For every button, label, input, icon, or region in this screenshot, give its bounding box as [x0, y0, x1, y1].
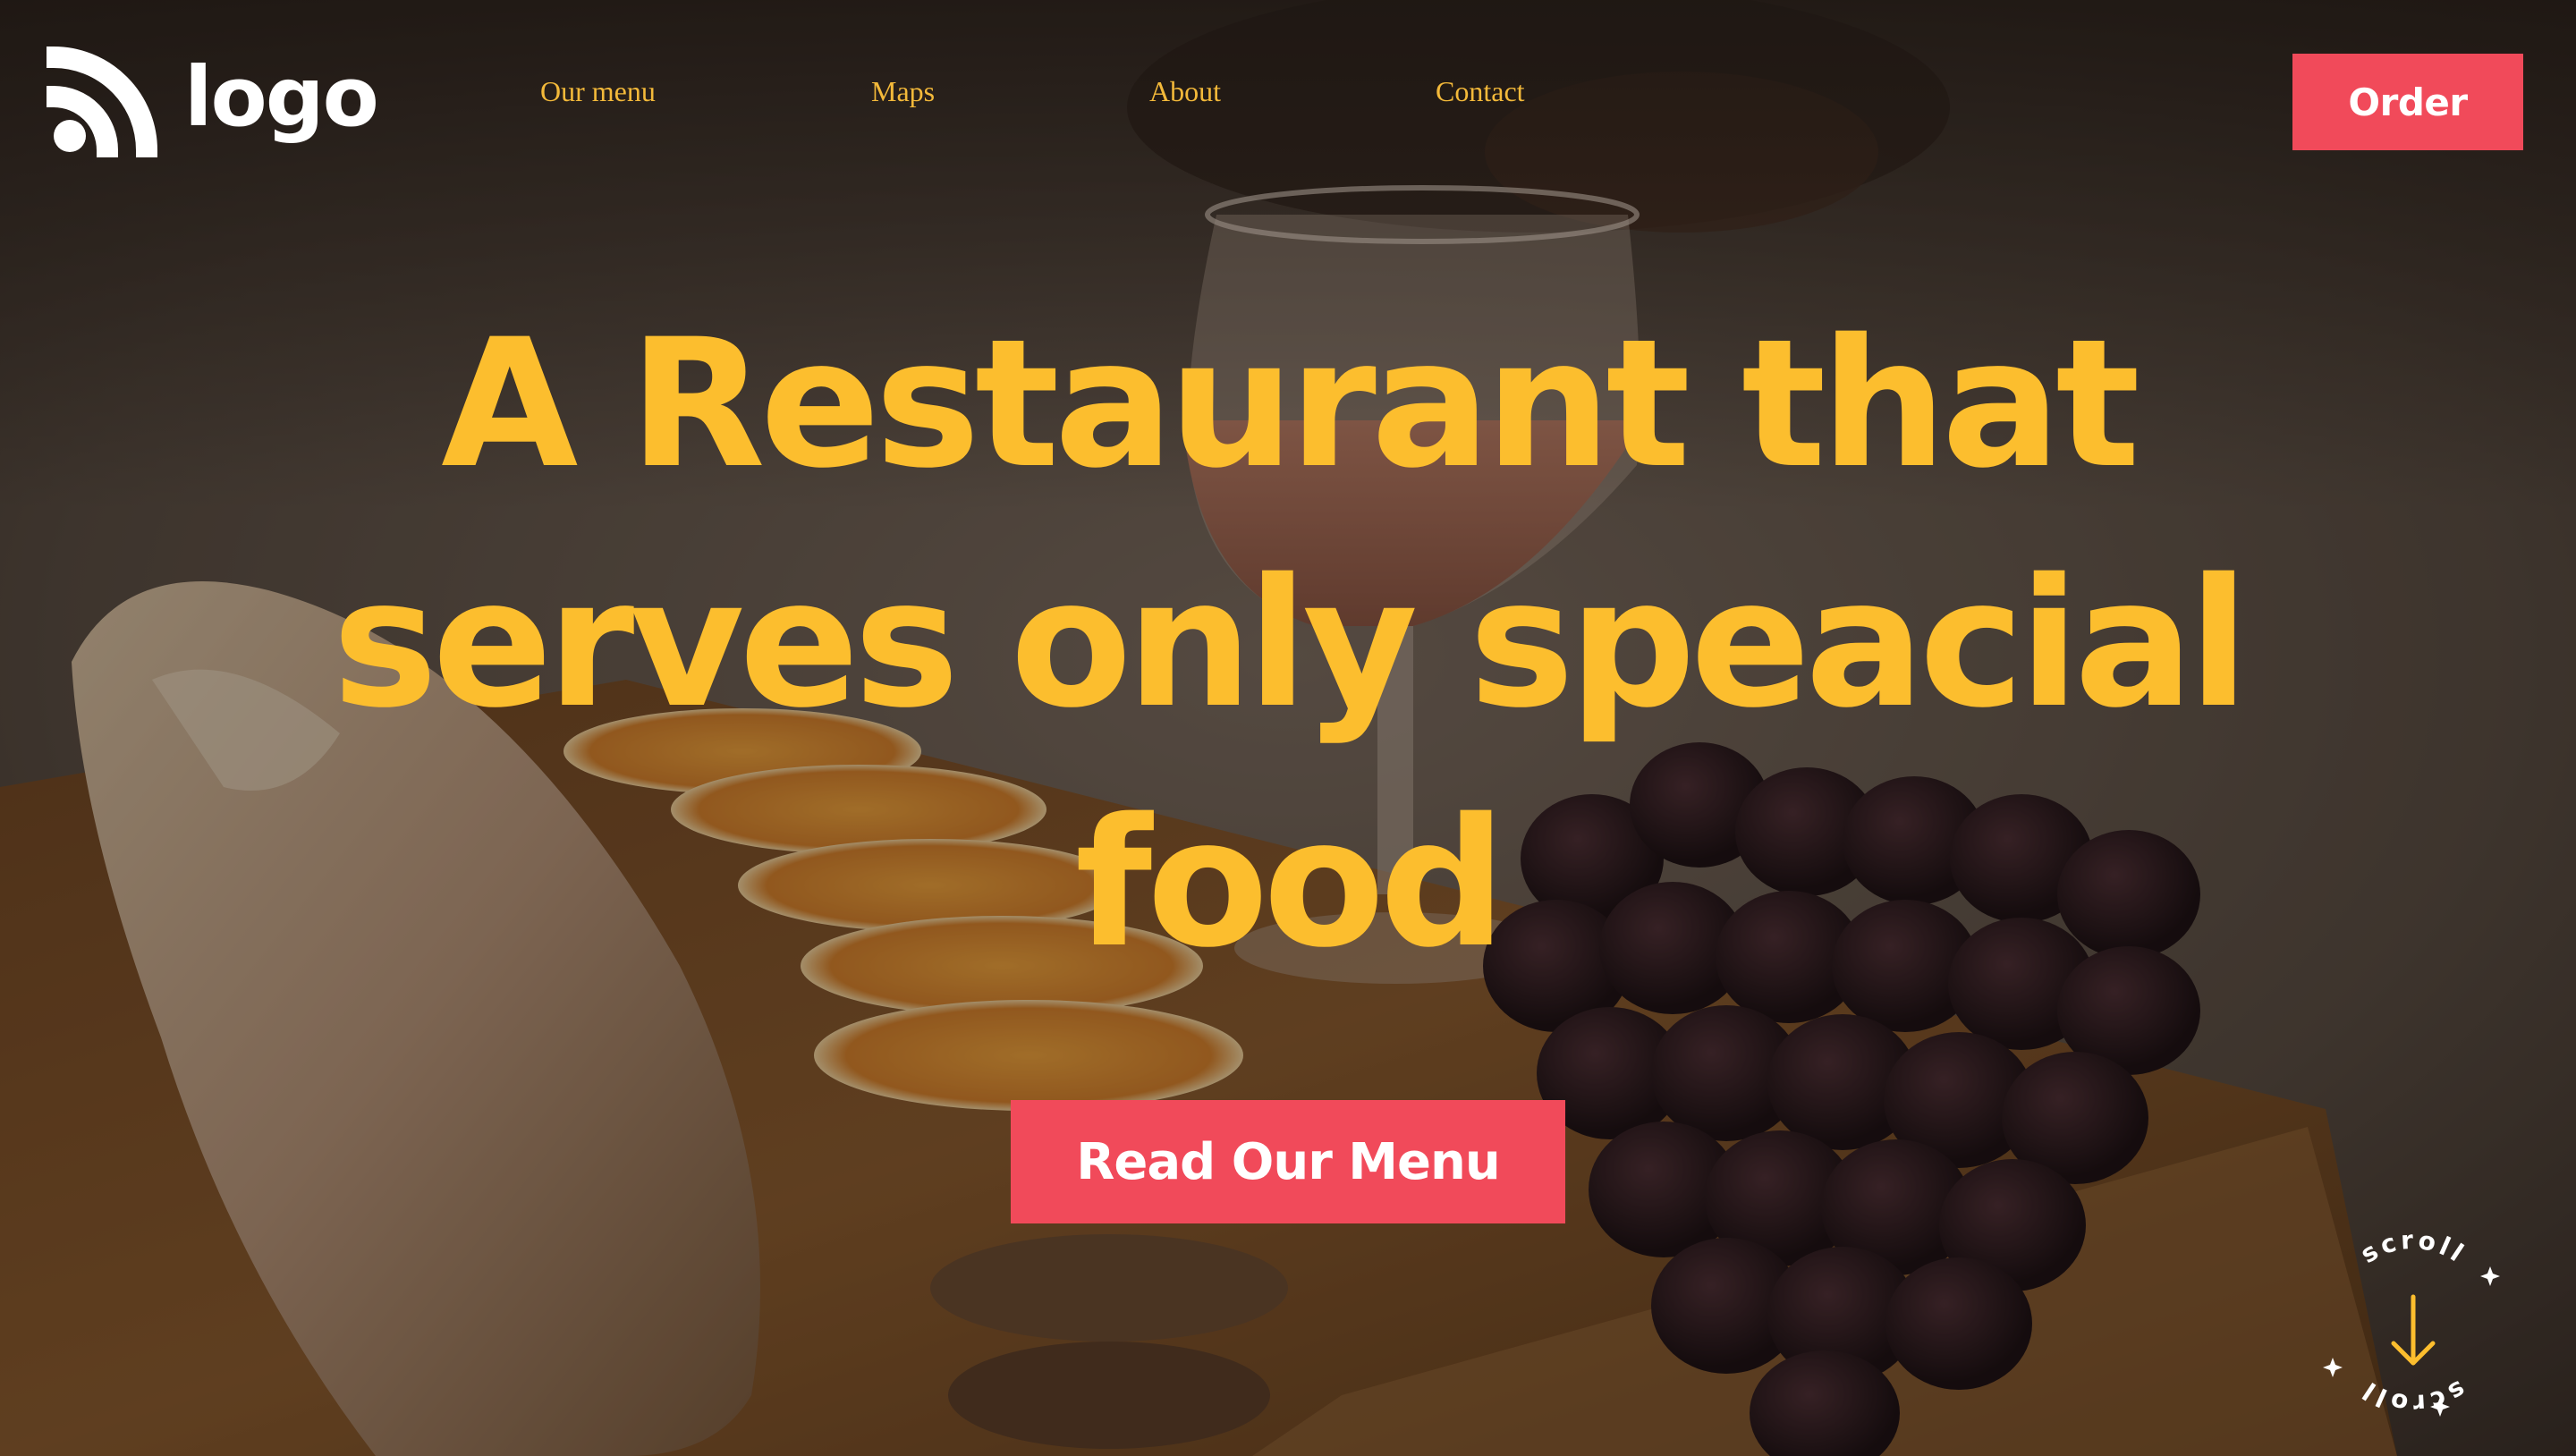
logo-text: logo — [184, 49, 379, 145]
read-menu-button[interactable]: Read Our Menu — [1011, 1100, 1565, 1223]
signal-arcs-icon — [47, 47, 157, 157]
arrow-down-icon — [2391, 1294, 2436, 1366]
headline-line-3: food — [1075, 780, 1506, 986]
scroll-text-top: scroll — [2355, 1225, 2471, 1270]
nav-link-maps[interactable]: Maps — [871, 77, 935, 106]
hero-section: logo Our menu Maps About Contact Order A… — [0, 0, 2576, 1456]
nav-link-contact[interactable]: Contact — [1436, 77, 1525, 106]
nav-link-about[interactable]: About — [1149, 77, 1221, 106]
logo[interactable]: logo — [47, 47, 379, 157]
headline-line-1: A Restaurant that — [441, 301, 2140, 507]
nav-link-our-menu[interactable]: Our menu — [540, 77, 656, 106]
hero-headline: A Restaurant that serves only speacial f… — [215, 284, 2361, 1003]
headline-line-2: serves only speacial — [332, 540, 2250, 747]
order-button[interactable]: Order — [2292, 54, 2523, 150]
scroll-text-bottom: scroll — [2355, 1375, 2471, 1419]
scroll-badge[interactable]: scroll scroll — [2306, 1215, 2521, 1429]
